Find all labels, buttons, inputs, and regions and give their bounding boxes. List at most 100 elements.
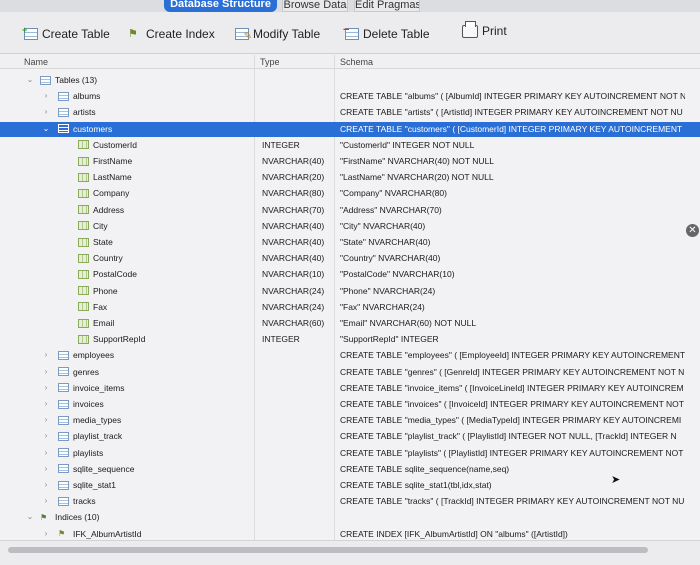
table-row-playlists[interactable]: › playlists CREATE TABLE "playlists" ( [Pl…	[0, 446, 700, 461]
schema-cell: "Company" NVARCHAR(80)	[340, 188, 447, 199]
tree-item-label: invoice_items	[73, 382, 125, 393]
table-icon	[58, 431, 69, 441]
tree-item-name-cell: Email	[78, 318, 250, 328]
table-row-albums[interactable]: › albums CREATE TABLE "albums" ( [AlbumId]…	[0, 89, 700, 104]
table-row-sqlite-sequence[interactable]: › sqlite_sequence CREATE TABLE sqlite_sequ…	[0, 462, 700, 477]
table-row-tracks[interactable]: › tracks CREATE TABLE "tracks" ( [TrackId]…	[0, 494, 700, 509]
tree-item-label: sqlite_stat1	[73, 480, 116, 490]
table-row-customers[interactable]: ⌄ customers CREATE TABLE "customers" ( [Cu…	[0, 121, 700, 137]
table-row-invoice-items[interactable]: › invoice_items CREATE TABLE "invoice_item…	[0, 381, 700, 396]
chevron-right-icon[interactable]: ›	[42, 415, 50, 424]
tab-edit-pragmas[interactable]: Edit Pragmas	[354, 0, 420, 12]
chevron-right-icon[interactable]: ›	[42, 383, 50, 392]
schema-cell: CREATE TABLE "albums" ( [AlbumId] INTEGE…	[340, 91, 685, 102]
app-window: Database Structure Browse Data Edit Prag…	[0, 0, 700, 565]
tab-database-structure[interactable]: Database Structure	[164, 0, 277, 12]
column-row-postalcode[interactable]: PostalCode NVARCHAR(10) "PostalCode" NVARC…	[0, 267, 700, 282]
type-cell: NVARCHAR(80)	[262, 188, 325, 199]
tree-item-label: SupportRepId	[93, 334, 146, 345]
table-row-invoices[interactable]: › invoices CREATE TABLE "invoices" ( [Invo…	[0, 397, 700, 412]
tree-item-label: Address	[93, 204, 125, 215]
table-delete-icon: −	[343, 25, 359, 40]
column-row-country[interactable]: Country NVARCHAR(40) "Country" NVARCHAR(40…	[0, 251, 700, 266]
tree-item-name-cell: Country	[78, 253, 250, 263]
schema-cell: "SupportRepId" INTEGER	[340, 334, 439, 345]
tree-item-name-cell: ⚑ Indices (10)	[40, 512, 250, 522]
chevron-down-icon[interactable]: ⌄	[26, 512, 34, 521]
column-row-state[interactable]: State NVARCHAR(40) "State" NVARCHAR(40)	[0, 235, 700, 250]
schema-cell: "CustomerId" INTEGER NOT NULL	[340, 139, 475, 150]
column-row-supportrepid[interactable]: SupportRepId INTEGER "SupportRepId" INTEGE…	[0, 332, 700, 347]
table-row-media-types[interactable]: › media_types CREATE TABLE "media_types" (…	[0, 413, 700, 428]
field-icon	[78, 269, 89, 279]
tree-item-name-cell: genres	[58, 367, 250, 377]
field-icon	[78, 318, 89, 328]
create-index-button[interactable]: ⚑ Create Index	[128, 24, 215, 44]
modify-table-button[interactable]: ✎ Modify Table	[235, 24, 320, 44]
tree-item-name-cell: sqlite_sequence	[58, 464, 250, 474]
chevron-right-icon[interactable]: ›	[42, 350, 50, 359]
type-cell: NVARCHAR(40)	[262, 220, 325, 231]
chevron-down-icon[interactable]: ⌄	[42, 124, 50, 133]
column-row-city[interactable]: City NVARCHAR(40) "City" NVARCHAR(40)	[0, 219, 700, 234]
table-row-genres[interactable]: › genres CREATE TABLE "genres" ( [GenreId]…	[0, 365, 700, 380]
table-row-sqlite-stat1[interactable]: › sqlite_stat1 CREATE TABLE sqlite_stat1(t…	[0, 478, 700, 493]
chevron-right-icon[interactable]: ›	[42, 480, 50, 489]
chevron-right-icon[interactable]: ›	[42, 91, 50, 100]
chevron-right-icon[interactable]: ›	[42, 399, 50, 408]
chevron-down-icon[interactable]: ⌄	[26, 75, 34, 84]
group-row-tables-13-[interactable]: ⌄ Tables (13)	[0, 73, 700, 88]
chevron-right-icon[interactable]: ›	[42, 431, 50, 440]
table-icon	[58, 399, 69, 409]
schema-cell: CREATE TABLE "customers" ( [CustomerId] …	[340, 123, 683, 134]
field-icon	[78, 172, 89, 182]
chevron-right-icon[interactable]: ›	[42, 107, 50, 116]
table-add-icon: +	[22, 26, 38, 40]
scrollbar-thumb[interactable]	[8, 547, 648, 553]
schema-cell: CREATE TABLE "media_types" ( [MediaTypeI…	[340, 415, 682, 426]
column-row-phone[interactable]: Phone NVARCHAR(24) "Phone" NVARCHAR(24)	[0, 284, 700, 299]
group-row-indices-10-[interactable]: ⌄ ⚑ Indices (10)	[0, 510, 700, 525]
delete-table-label: Delete Table	[363, 27, 430, 41]
column-row-fax[interactable]: Fax NVARCHAR(24) "Fax" NVARCHAR(24)	[0, 300, 700, 315]
tree-item-name-cell: albums	[58, 91, 250, 101]
type-cell: NVARCHAR(60)	[262, 318, 325, 328]
chevron-right-icon[interactable]: ›	[42, 529, 50, 538]
tab-browse-data[interactable]: Browse Data	[282, 0, 348, 12]
table-row-artists[interactable]: › artists CREATE TABLE "artists" ( [Artist…	[0, 105, 700, 120]
table-row-playlist-track[interactable]: › playlist_track CREATE TABLE "playlist_tr…	[0, 429, 700, 444]
tree-item-name-cell: playlist_track	[58, 431, 250, 441]
column-row-email[interactable]: Email NVARCHAR(60) "Email" NVARCHAR(60) NO…	[0, 316, 700, 331]
tree-item-label: Fax	[93, 301, 108, 312]
delete-table-button[interactable]: − Delete Table	[343, 24, 430, 44]
tree-item-name-cell: Fax	[78, 302, 250, 312]
tree-item-label: playlist_track	[73, 431, 123, 442]
schema-cell: CREATE TABLE sqlite_sequence(name,seq)	[340, 463, 510, 474]
horizontal-scrollbar[interactable]	[0, 540, 700, 565]
tree-item-name-cell: ⚑ IFK_AlbumArtistId	[58, 529, 250, 539]
schema-cell: "Address" NVARCHAR(70)	[340, 204, 442, 215]
chevron-right-icon[interactable]: ›	[42, 367, 50, 376]
create-table-button[interactable]: + Create Table	[22, 24, 110, 44]
chevron-right-icon[interactable]: ›	[42, 496, 50, 505]
schema-cell: CREATE TABLE "tracks" ( [TrackId] INTEGE…	[340, 496, 685, 507]
column-header-type[interactable]: Type	[260, 57, 280, 67]
column-row-lastname[interactable]: LastName NVARCHAR(20) "LastName" NVARCHAR(…	[0, 170, 700, 185]
column-row-firstname[interactable]: FirstName NVARCHAR(40) "FirstName" NVARCHA…	[0, 154, 700, 169]
table-icon	[58, 124, 69, 134]
column-row-customerid[interactable]: CustomerId INTEGER "CustomerId" INTEGER NO…	[0, 138, 700, 153]
print-button[interactable]: Print	[462, 20, 507, 41]
type-cell: NVARCHAR(40)	[262, 237, 325, 247]
column-row-company[interactable]: Company NVARCHAR(80) "Company" NVARCHAR(80…	[0, 186, 700, 201]
table-row-employees[interactable]: › employees CREATE TABLE "employees" ( [Em…	[0, 348, 700, 363]
tree-item-name-cell: employees	[58, 350, 250, 360]
tree-item-label: Email	[93, 318, 115, 328]
column-header-schema[interactable]: Schema	[340, 57, 373, 67]
column-header-name[interactable]: Name	[24, 57, 48, 67]
column-row-address[interactable]: Address NVARCHAR(70) "Address" NVARCHAR(70…	[0, 203, 700, 218]
schema-cell: "Fax" NVARCHAR(24)	[340, 301, 425, 312]
close-panel-icon[interactable]: ✕	[686, 224, 699, 237]
field-icon	[78, 237, 89, 247]
chevron-right-icon[interactable]: ›	[42, 448, 50, 457]
chevron-right-icon[interactable]: ›	[42, 464, 50, 473]
